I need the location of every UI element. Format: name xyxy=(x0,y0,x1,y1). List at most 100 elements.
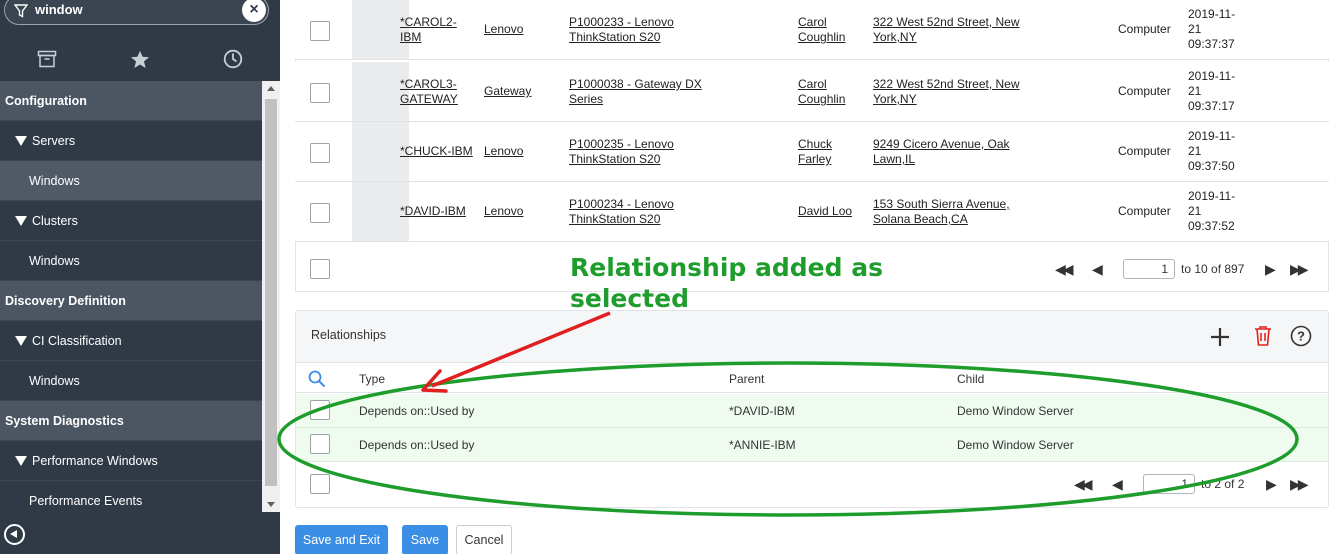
navigator-filter[interactable]: window × xyxy=(4,0,269,25)
class-cell: Computer xyxy=(1118,204,1171,219)
assigned-to-link[interactable]: Chuck Farley xyxy=(798,137,832,167)
search-icon[interactable] xyxy=(308,370,326,388)
sidebar-item-ci-classification[interactable]: CI Classification xyxy=(0,321,262,361)
assigned-to-link-line: Farley xyxy=(798,152,832,166)
sidebar-item-performance-windows[interactable]: Performance Windows xyxy=(0,441,262,481)
table-row[interactable]: *CAROL2- IBM Lenovo P1000233 - Lenovo ThinkS… xyxy=(295,0,1329,60)
add-relationship-icon[interactable] xyxy=(1209,326,1231,348)
expand-triangle-icon[interactable] xyxy=(15,215,27,226)
scroll-down-icon[interactable] xyxy=(267,502,275,507)
relationship-checkbox[interactable] xyxy=(310,434,330,454)
model-link[interactable]: P1000038 - Gateway DX Series xyxy=(569,77,702,107)
column-child[interactable]: Child xyxy=(957,372,984,386)
relationships-column-header: Type Parent Child xyxy=(296,363,1328,393)
sidebar-item-performance-events[interactable]: Performance Events xyxy=(0,481,262,512)
sidebar-item-label: Servers xyxy=(32,133,76,148)
table-row[interactable]: *CHUCK-IBM Lenovo P1000235 - Lenovo ThinkSt… xyxy=(295,122,1329,182)
sidebar-item-label: Performance Windows xyxy=(32,453,158,468)
updated-cell: 2019-11- 21 09:37:17 xyxy=(1188,69,1235,114)
relationship-row[interactable]: Depends on::Used by *ANNIE-IBM Demo Window… xyxy=(296,428,1328,462)
column-type[interactable]: Type xyxy=(359,372,385,386)
first-page-icon[interactable]: ◀◀ xyxy=(1055,261,1073,278)
manufacturer-link[interactable]: Lenovo xyxy=(484,22,523,37)
class-cell: Computer xyxy=(1118,144,1171,159)
ci-name-link-line: *CAROL2- xyxy=(400,15,457,29)
ci-page-input[interactable]: 1 xyxy=(1123,259,1175,279)
sidebar-item-windows[interactable]: Windows xyxy=(0,361,262,401)
expand-triangle-icon[interactable] xyxy=(15,455,27,466)
manufacturer-link[interactable]: Lenovo xyxy=(484,144,523,159)
manufacturer-link[interactable]: Gateway xyxy=(484,84,531,99)
sidebar-item-servers[interactable]: Servers xyxy=(0,121,262,161)
location-link[interactable]: 322 West 52nd Street, New York,NY xyxy=(873,15,1020,45)
collapse-navigator-icon[interactable] xyxy=(4,524,25,545)
expand-triangle-icon[interactable] xyxy=(15,335,27,346)
ci-select-all-checkbox[interactable] xyxy=(310,259,330,279)
rel-page-input[interactable]: 1 xyxy=(1143,474,1195,494)
navigator-tabs xyxy=(0,39,280,79)
ci-name-link[interactable]: *CHUCK-IBM xyxy=(400,144,473,159)
rel-first-page-icon[interactable]: ◀◀ xyxy=(1074,476,1092,493)
relationship-row[interactable]: Depends on::Used by *DAVID-IBM Demo Window… xyxy=(296,394,1328,428)
rel-last-page-icon[interactable]: ▶▶ xyxy=(1290,476,1308,493)
assigned-to-link[interactable]: Carol Coughlin xyxy=(798,77,845,107)
updated-cell: 2019-11- 21 09:37:52 xyxy=(1188,189,1235,234)
location-link[interactable]: 9249 Cicero Avenue, Oak Lawn,IL xyxy=(873,137,1010,167)
save-and-exit-button[interactable]: Save and Exit xyxy=(295,525,388,554)
rel-previous-page-icon[interactable]: ◀ xyxy=(1112,476,1123,493)
scroll-up-icon[interactable] xyxy=(267,86,275,91)
tab-favorites[interactable] xyxy=(93,39,186,79)
expand-triangle-icon[interactable] xyxy=(15,135,27,146)
clear-filter-icon[interactable]: × xyxy=(242,0,266,22)
ci-name-link[interactable]: *CAROL2- IBM xyxy=(400,15,457,45)
rel-next-page-icon[interactable]: ▶ xyxy=(1266,476,1277,493)
row-checkbox[interactable] xyxy=(310,21,330,41)
location-link[interactable]: 153 South Sierra Avenue, Solana Beach,CA xyxy=(873,197,1010,227)
delete-icon[interactable] xyxy=(1253,325,1273,347)
sidebar-item-clusters[interactable]: Clusters xyxy=(0,201,262,241)
sidebar-item-label: CI Classification xyxy=(32,333,122,348)
model-link[interactable]: P1000233 - Lenovo ThinkStation S20 xyxy=(569,15,674,45)
cancel-button[interactable]: Cancel xyxy=(456,525,512,554)
row-select-cell xyxy=(295,0,352,59)
relationships-header: Relationships ? xyxy=(296,311,1328,363)
assigned-to-link[interactable]: Carol Coughlin xyxy=(798,15,845,45)
column-parent[interactable]: Parent xyxy=(729,372,764,386)
row-checkbox[interactable] xyxy=(310,143,330,163)
row-checkbox[interactable] xyxy=(310,83,330,103)
location-link-line: York,NY xyxy=(873,92,917,106)
relationship-checkbox[interactable] xyxy=(310,400,330,420)
sidebar-item-label: Discovery Definition xyxy=(5,293,126,308)
sidebar-scrollbar[interactable] xyxy=(262,81,280,512)
last-page-icon[interactable]: ▶▶ xyxy=(1290,261,1308,278)
help-icon[interactable]: ? xyxy=(1290,325,1312,347)
table-row[interactable]: *DAVID-IBM Lenovo P1000234 - Lenovo ThinkSt… xyxy=(295,182,1329,242)
assigned-to-link[interactable]: David Loo xyxy=(798,204,852,219)
scrollbar-thumb[interactable] xyxy=(265,99,277,486)
sidebar-item-system-diagnostics[interactable]: System Diagnostics xyxy=(0,401,262,441)
tab-history[interactable] xyxy=(186,39,279,79)
sidebar-item-label: Windows xyxy=(29,373,80,388)
table-row[interactable]: *CAROL3- GATEWAY Gateway P1000038 - Gateway… xyxy=(295,62,1329,122)
updated-cell-line: 21 xyxy=(1188,204,1202,218)
sidebar-item-configuration[interactable]: Configuration xyxy=(0,81,262,121)
ci-name-link[interactable]: *CAROL3- GATEWAY xyxy=(400,77,458,107)
location-link[interactable]: 322 West 52nd Street, New York,NY xyxy=(873,77,1020,107)
ci-name-link-line: *CAROL3- xyxy=(400,77,457,91)
manufacturer-link[interactable]: Lenovo xyxy=(484,204,523,219)
updated-cell-line: 09:37:17 xyxy=(1188,99,1235,113)
sidebar-item-windows[interactable]: Windows xyxy=(0,161,262,201)
filter-input[interactable]: window xyxy=(35,2,83,17)
tab-all-applications[interactable] xyxy=(0,39,93,79)
sidebar-item-discovery-definition[interactable]: Discovery Definition xyxy=(0,281,262,321)
model-link[interactable]: P1000234 - Lenovo ThinkStation S20 xyxy=(569,197,674,227)
rel-select-all-checkbox[interactable] xyxy=(310,474,330,494)
assigned-to-link-line: Carol xyxy=(798,77,827,91)
save-button[interactable]: Save xyxy=(402,525,448,554)
ci-name-link[interactable]: *DAVID-IBM xyxy=(400,204,466,219)
previous-page-icon[interactable]: ◀ xyxy=(1092,261,1103,278)
row-checkbox[interactable] xyxy=(310,203,330,223)
sidebar-item-windows[interactable]: Windows xyxy=(0,241,262,281)
next-page-icon[interactable]: ▶ xyxy=(1265,261,1276,278)
model-link[interactable]: P1000235 - Lenovo ThinkStation S20 xyxy=(569,137,674,167)
